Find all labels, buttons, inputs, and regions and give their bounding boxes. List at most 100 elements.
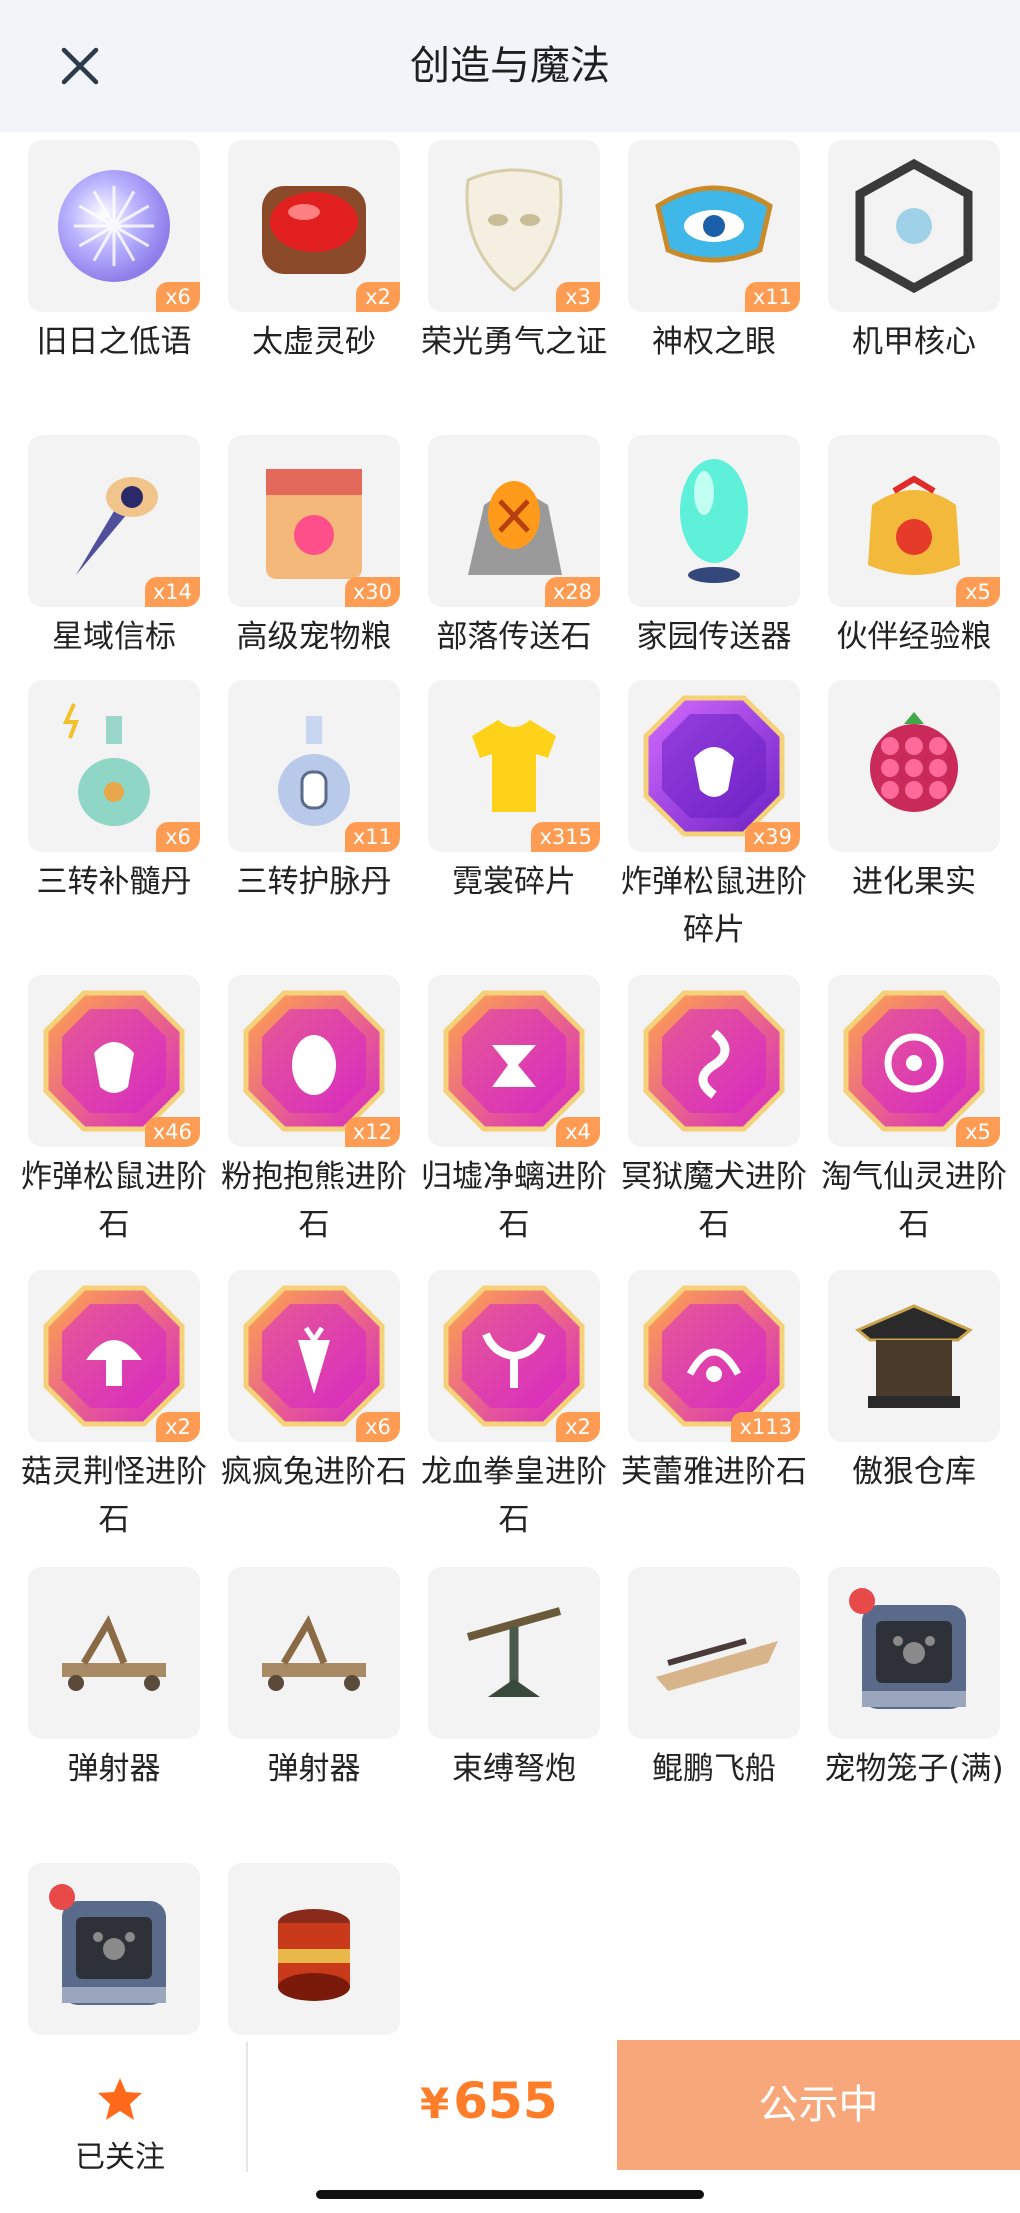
item-name: 冥狱魔犬进阶石 — [621, 1159, 807, 1243]
item-tile[interactable] — [628, 435, 800, 607]
item-name: 宠物笼子(满) — [824, 1751, 1004, 1787]
item-grid: x6 旧日之低语 x2 太虚灵砂 x3 荣光勇气之证 x11 神权之眼 机甲核心 x14 星域信标 x… — [0, 0, 1020, 2040]
item-name: 星域信标 — [52, 619, 176, 655]
item-name: 部落传送石 — [436, 619, 592, 655]
item-tile[interactable]: x5 — [828, 975, 1000, 1147]
item-tile[interactable] — [828, 140, 1000, 312]
evolution-fruit-icon — [870, 712, 958, 812]
item-name: 机甲核心 — [852, 324, 976, 360]
item-tile[interactable]: x113 — [628, 1270, 800, 1442]
pet-cage-icon — [49, 1884, 166, 2005]
item-name: 神权之眼 — [652, 324, 776, 360]
airship-icon — [656, 1638, 778, 1691]
count-badge: x315 — [531, 822, 600, 852]
item-tile[interactable]: x3 — [428, 140, 600, 312]
item-tile[interactable]: x30 — [228, 435, 400, 607]
item-tile[interactable] — [828, 1567, 1000, 1739]
count-badge: x6 — [156, 282, 200, 312]
item-name: 炸弹松鼠进阶石 — [21, 1159, 207, 1243]
item-tile[interactable] — [428, 1567, 600, 1739]
count-badge: x5 — [956, 577, 1000, 607]
count-badge: x28 — [544, 577, 600, 607]
item-name: 家园传送器 — [636, 619, 792, 655]
count-badge: x12 — [344, 1117, 400, 1147]
item-name: 荣光勇气之证 — [421, 324, 607, 360]
item-tile[interactable] — [628, 1567, 800, 1739]
item-tile[interactable]: x2 — [228, 140, 400, 312]
item-name: 疯疯兔进阶石 — [221, 1454, 407, 1490]
red-drum-icon — [278, 1909, 350, 2001]
item-tile[interactable]: x6 — [228, 1270, 400, 1442]
item-tile[interactable]: x6 — [28, 680, 200, 852]
count-badge: x4 — [556, 1117, 600, 1147]
item-name: 鲲鹏飞船 — [652, 1751, 776, 1787]
item-name: 粉抱抱熊进阶石 — [221, 1159, 407, 1243]
item-tile[interactable]: x2 — [428, 1270, 600, 1442]
pavilion-storage-icon — [855, 1304, 973, 1408]
item-tile[interactable]: x14 — [28, 435, 200, 607]
item-tile[interactable] — [628, 975, 800, 1147]
item-name: 弹射器 — [267, 1751, 361, 1787]
ballista-icon — [466, 1607, 562, 1697]
item-tile[interactable]: x12 — [228, 975, 400, 1147]
item-tile[interactable]: x5 — [828, 435, 1000, 607]
item-name: 伙伴经验粮 — [836, 619, 992, 655]
pet-cage-icon — [849, 1588, 966, 1709]
count-badge: x11 — [344, 822, 400, 852]
divider — [246, 2042, 248, 2172]
item-name: 归墟净螭进阶石 — [421, 1159, 607, 1243]
item-name: 芙蕾雅进阶石 — [621, 1454, 807, 1490]
price-symbol: ¥ — [420, 2079, 450, 2128]
count-badge: x11 — [744, 282, 800, 312]
item-tile[interactable]: x46 — [28, 975, 200, 1147]
item-name: 霓裳碎片 — [452, 864, 576, 900]
item-name: 太虚灵砂 — [252, 324, 376, 360]
item-tile[interactable]: x2 — [28, 1270, 200, 1442]
status-button[interactable]: 公示中 — [617, 2040, 1020, 2170]
home-indicator — [316, 2190, 704, 2199]
item-name: 束缚弩炮 — [452, 1751, 576, 1787]
item-tile[interactable] — [28, 1863, 200, 2035]
item-name: 炸弹松鼠进阶碎片 — [621, 864, 807, 948]
catapult-icon — [262, 1615, 366, 1691]
catapult-icon — [62, 1615, 166, 1691]
count-badge: x2 — [156, 1412, 200, 1442]
item-tile[interactable] — [228, 1863, 400, 2035]
count-badge: x5 — [956, 1117, 1000, 1147]
item-name: 菇灵荆怪进阶石 — [21, 1454, 207, 1538]
count-badge: x3 — [556, 282, 600, 312]
item-tile[interactable]: x39 — [628, 680, 800, 852]
item-name: 龙血拳皇进阶石 — [421, 1454, 607, 1538]
item-name: 淘气仙灵进阶石 — [821, 1159, 1007, 1243]
follow-button[interactable]: 已关注 — [40, 2060, 200, 2190]
item-tile[interactable]: x11 — [628, 140, 800, 312]
item-tile[interactable] — [28, 1567, 200, 1739]
item-tile[interactable]: x6 — [28, 140, 200, 312]
item-name: 旧日之低语 — [36, 324, 192, 360]
item-tile[interactable]: x11 — [228, 680, 400, 852]
item-tile[interactable]: x315 — [428, 680, 600, 852]
count-badge: x14 — [144, 577, 200, 607]
item-tile[interactable] — [828, 1270, 1000, 1442]
star-icon — [98, 2078, 142, 2120]
flame-evolve-gem-icon — [643, 990, 785, 1132]
count-badge: x6 — [356, 1412, 400, 1442]
teal-crystal-icon — [680, 459, 748, 583]
count-badge: x39 — [744, 822, 800, 852]
item-tile[interactable]: x28 — [428, 435, 600, 607]
count-badge: x6 — [156, 822, 200, 852]
mech-core-cube-icon — [855, 158, 973, 294]
item-tile[interactable] — [228, 1567, 400, 1739]
item-name: 三转补髓丹 — [36, 864, 192, 900]
count-badge: x2 — [356, 282, 400, 312]
item-name: 高级宠物粮 — [236, 619, 392, 655]
count-badge: x30 — [344, 577, 400, 607]
item-name: 弹射器 — [67, 1751, 161, 1787]
price-value: 655 — [453, 2072, 558, 2130]
item-tile[interactable] — [828, 680, 1000, 852]
item-name: 三转护脉丹 — [236, 864, 392, 900]
price: ¥655 — [420, 2072, 558, 2130]
count-badge: x2 — [556, 1412, 600, 1442]
item-tile[interactable]: x4 — [428, 975, 600, 1147]
count-badge: x113 — [731, 1412, 800, 1442]
